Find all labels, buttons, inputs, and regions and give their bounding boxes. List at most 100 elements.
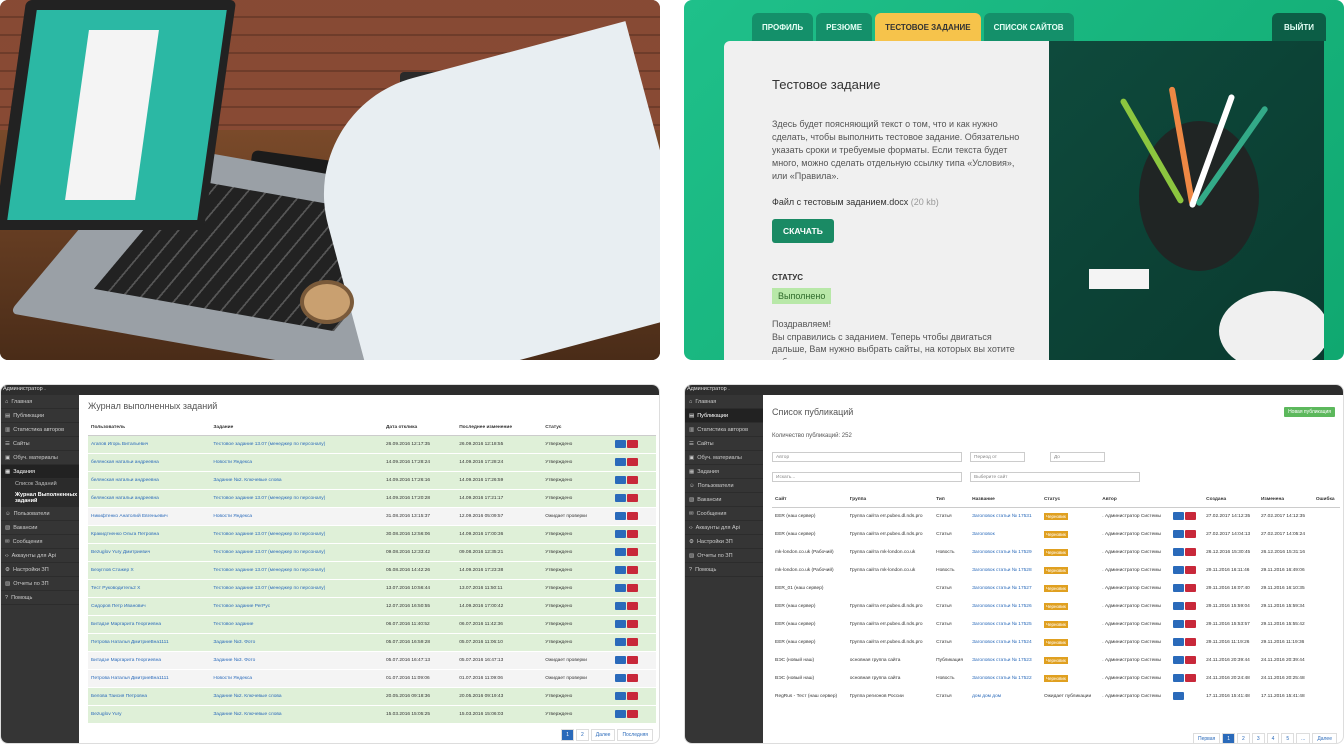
cell-task[interactable]: Задание №2. Ключевые слова — [210, 705, 384, 724]
sidebar-item-stats[interactable]: ▥ Статистика авторов — [1, 423, 79, 437]
cell-task[interactable]: Новости Яндекса — [210, 669, 384, 688]
page-link[interactable]: 4 — [1266, 733, 1280, 743]
column-header[interactable]: Автор — [1099, 493, 1171, 508]
view-icon[interactable] — [615, 512, 627, 520]
view-icon[interactable] — [615, 566, 627, 574]
edit-icon[interactable] — [1173, 512, 1185, 520]
site-select[interactable]: Выберите сайт — [970, 472, 1140, 482]
view-icon[interactable] — [615, 710, 627, 718]
delete-icon[interactable] — [1185, 548, 1197, 556]
cell-user[interactable]: Битадзе Маргарита Георгиевна — [88, 651, 211, 670]
page-link[interactable]: 1 — [1222, 733, 1236, 743]
download-button[interactable]: СКАЧАТЬ — [772, 219, 834, 243]
cell-task[interactable]: Тестовое задание 13.07 (менеджер по перс… — [210, 579, 384, 598]
delete-icon[interactable] — [1185, 566, 1197, 574]
sidebar-subitem-task-list[interactable]: Список Заданий — [1, 479, 79, 489]
cell-title[interactable]: Заголовок статьи № 17526 — [969, 597, 1041, 616]
sidebar-item-publications[interactable]: ▤ Публикации — [1, 409, 79, 423]
tab-resume[interactable]: РЕЗЮМЕ — [816, 13, 873, 41]
tab-site-list[interactable]: СПИСОК САЙТОВ — [983, 13, 1074, 41]
cell-task[interactable]: Тестовое задание 13.07 (менеджер по перс… — [210, 543, 384, 562]
sidebar-item-sites[interactable]: ☰ Сайты — [1, 437, 79, 451]
cell-task[interactable]: Тестовое задание 13.07 (менеджер по перс… — [210, 489, 384, 508]
sidebar-item-api[interactable]: ‹› Аккаунты для Api — [1, 549, 79, 563]
cell-task[interactable]: Тестовое задание 13.07 (менеджер по перс… — [210, 525, 384, 544]
cell-task[interactable]: Тестовое задание РегРус — [210, 597, 384, 616]
column-header[interactable]: Изменена — [1257, 493, 1313, 508]
delete-icon[interactable] — [627, 620, 639, 628]
delete-icon[interactable] — [627, 548, 639, 556]
column-header[interactable]: Название — [969, 493, 1041, 508]
view-icon[interactable] — [615, 548, 627, 556]
edit-icon[interactable] — [1173, 566, 1185, 574]
column-header[interactable]: Пользователь — [88, 421, 211, 436]
edit-icon[interactable] — [1173, 548, 1185, 556]
cell-title[interactable]: Заголовок статьи № 17525 — [969, 615, 1041, 634]
cell-user[interactable]: Никифтенко Анатолий Евгеньевич — [88, 507, 211, 526]
cell-user[interactable]: Тест Руководитель2 Х — [88, 579, 211, 598]
next-page[interactable]: Далее — [590, 729, 616, 741]
sidebar-item-vacancies[interactable]: ▧ Вакансии — [1, 521, 79, 535]
cell-task[interactable]: Тестовое задание 13.07 (менеджер по перс… — [210, 561, 384, 580]
cell-user[interactable]: белянская натальи андреевна — [88, 453, 211, 472]
sidebar-item-materials[interactable]: ▣ Обуч. материалы — [1, 451, 79, 465]
page-link[interactable]: 5 — [1281, 733, 1295, 743]
view-icon[interactable] — [615, 620, 627, 628]
sidebar-item-materials[interactable]: ▣ Обуч. материалы — [685, 451, 763, 465]
author-select[interactable]: Автор — [772, 452, 962, 462]
last-page[interactable]: Последняя — [617, 729, 653, 741]
delete-icon[interactable] — [1185, 584, 1197, 592]
edit-icon[interactable] — [1173, 584, 1185, 592]
sidebar-item-vacancies[interactable]: ▧ Вакансии — [685, 493, 763, 507]
tab-test-assignment[interactable]: ТЕСТОВОЕ ЗАДАНИЕ — [875, 13, 981, 41]
cell-user[interactable]: Кракидтненко Ольга Петровна — [88, 525, 211, 544]
sidebar-item-salary-reports[interactable]: ▨ Отчеты по ЗП — [685, 549, 763, 563]
cell-title[interactable]: Заголовок — [969, 525, 1041, 544]
edit-icon[interactable] — [1173, 674, 1185, 682]
tab-profile[interactable]: ПРОФИЛЬ — [752, 13, 814, 41]
cell-title[interactable]: дом дом дом — [969, 687, 1041, 706]
column-header[interactable]: Последнее изменение — [456, 421, 543, 436]
delete-icon[interactable] — [627, 494, 639, 502]
cell-user[interactable]: Битадзе Маргарита Георгиевна — [88, 615, 211, 634]
delete-icon[interactable] — [627, 656, 639, 664]
cell-task[interactable]: Задание №2. Ключевые слова — [210, 471, 384, 490]
sidebar-item-help[interactable]: ? Помощь — [1, 591, 79, 605]
sidebar-item-stats[interactable]: ▥ Статистика авторов — [685, 423, 763, 437]
column-header[interactable]: Тип — [933, 493, 970, 508]
view-icon[interactable] — [615, 476, 627, 484]
cell-title[interactable]: Заголовок статьи № 17529 — [969, 543, 1041, 562]
delete-icon[interactable] — [1185, 674, 1197, 682]
delete-icon[interactable] — [1185, 620, 1197, 628]
page-link[interactable]: 3 — [1251, 733, 1265, 743]
delete-icon[interactable] — [627, 440, 639, 448]
column-header[interactable]: Ошибка — [1312, 493, 1340, 508]
sidebar-item-salary-reports[interactable]: ▨ Отчеты по ЗП — [1, 577, 79, 591]
cell-user[interactable]: Петрова Наталья ДмитриеВна1111 — [88, 669, 211, 688]
delete-icon[interactable] — [627, 602, 639, 610]
sidebar-item-messages[interactable]: ✉ Сообщения — [1, 535, 79, 549]
view-icon[interactable] — [615, 530, 627, 538]
delete-icon[interactable] — [627, 566, 639, 574]
delete-icon[interactable] — [627, 584, 639, 592]
view-icon[interactable] — [615, 692, 627, 700]
cell-user[interactable]: Bezuglov Yury Дмитриевич — [88, 543, 211, 562]
page-2[interactable]: 2 — [576, 729, 589, 741]
cell-task[interactable]: Задание №3. Фото — [210, 633, 384, 652]
delete-icon[interactable] — [1185, 638, 1197, 646]
cell-task[interactable]: Новости Яндекса — [210, 507, 384, 526]
sidebar-item-tasks[interactable]: ▦ Задания — [1, 465, 79, 479]
delete-icon[interactable] — [627, 674, 639, 682]
cell-title[interactable]: Заголовок статьи № 17524 — [969, 633, 1041, 652]
cell-user[interactable]: Петрова Наталья ДмитриеВна1111 — [88, 633, 211, 652]
view-icon[interactable] — [615, 602, 627, 610]
column-header[interactable]: Дата отклика — [383, 421, 457, 436]
sidebar-item-users[interactable]: ☺ Пользователи — [685, 479, 763, 493]
sidebar-item-messages[interactable]: ✉ Сообщения — [685, 507, 763, 521]
delete-icon[interactable] — [627, 476, 639, 484]
period-from-input[interactable]: Период от — [970, 452, 1025, 462]
cell-task[interactable]: Задание №3. Фото — [210, 651, 384, 670]
delete-icon[interactable] — [627, 638, 639, 646]
column-header[interactable]: Статус — [542, 421, 613, 436]
cell-user[interactable]: Bezuglov Yury — [88, 705, 211, 724]
